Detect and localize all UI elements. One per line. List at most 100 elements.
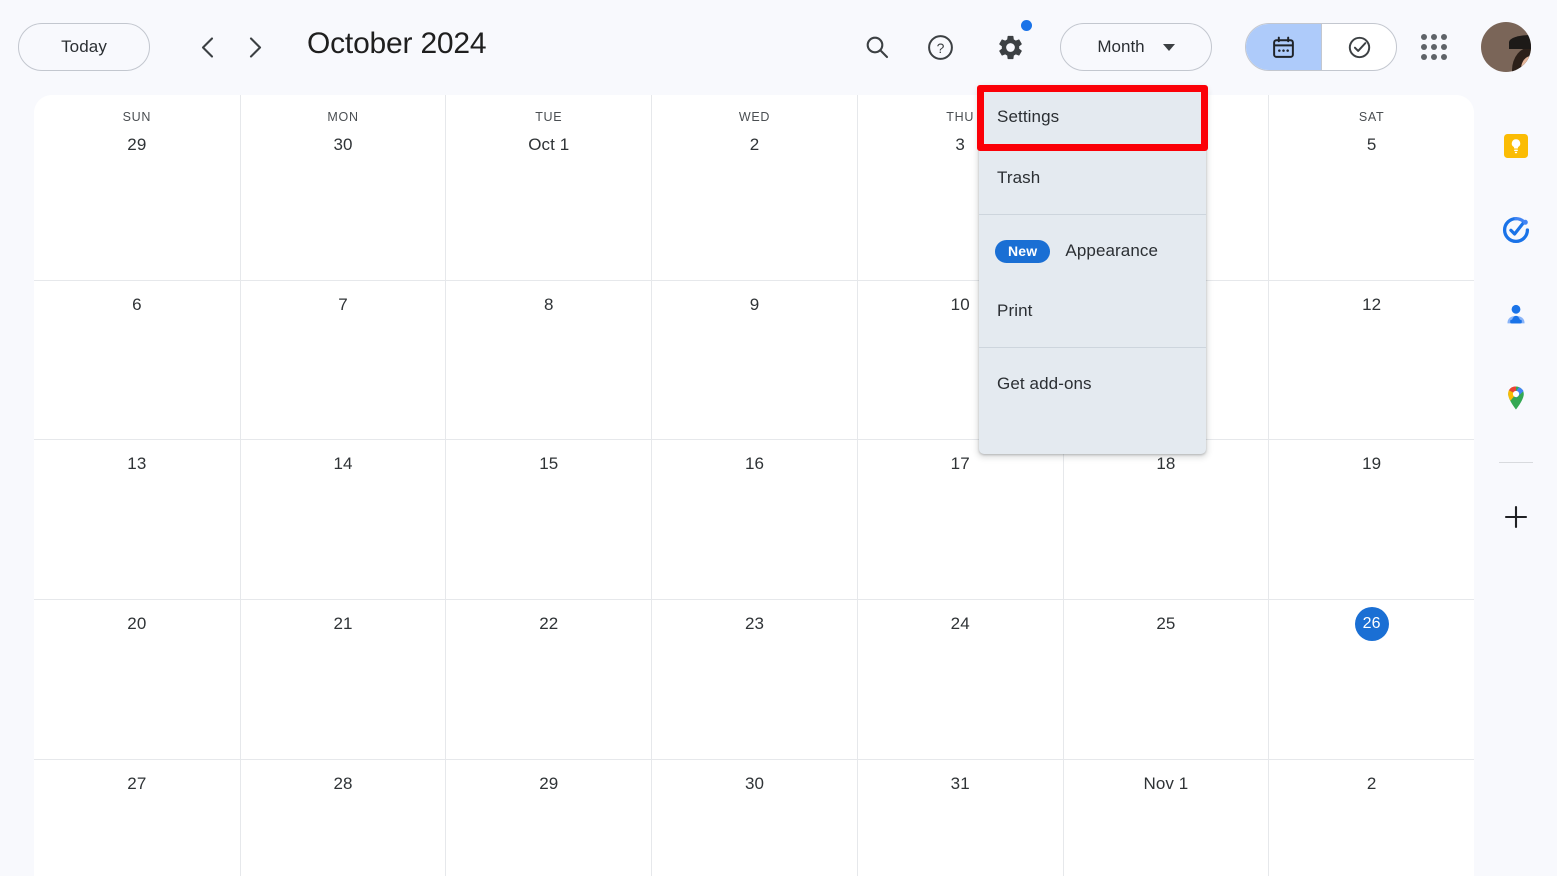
day-number: 20 — [127, 614, 147, 633]
day-cell[interactable]: 9 — [651, 280, 857, 439]
day-number: Oct 1 — [528, 135, 570, 154]
google-apps-button[interactable] — [1412, 25, 1456, 69]
day-cell[interactable]: 27 — [34, 759, 240, 876]
day-cell-today[interactable]: 26 — [1268, 599, 1474, 759]
day-number: 27 — [127, 774, 147, 793]
avatar[interactable] — [1481, 22, 1531, 72]
view-selector-button[interactable]: Month — [1060, 23, 1212, 71]
day-of-week-label: SAT — [1358, 110, 1385, 124]
day-cell[interactable]: 28 — [239, 759, 446, 876]
chevron-left-icon — [201, 36, 213, 58]
day-number: 29 — [127, 135, 147, 154]
apps-grid-dot — [1421, 54, 1427, 60]
day-cell[interactable]: MON 30 — [239, 95, 446, 280]
day-cell[interactable]: 25 — [1062, 599, 1269, 759]
day-cell[interactable]: 21 — [239, 599, 446, 759]
day-number: 30 — [333, 135, 353, 154]
menu-divider — [979, 214, 1206, 215]
day-cell[interactable]: 30 — [651, 759, 857, 876]
chevron-right-icon — [249, 36, 261, 58]
day-number: 28 — [333, 774, 353, 793]
settings-dropdown-menu: Settings Trash New Appearance Print Get … — [979, 86, 1206, 454]
apps-grid-dot — [1421, 34, 1427, 40]
menu-item-trash[interactable]: Trash — [979, 148, 1206, 208]
today-button[interactable]: Today — [18, 23, 150, 71]
google-keep-button[interactable] — [1490, 120, 1542, 172]
tasks-view-toggle[interactable] — [1321, 24, 1396, 70]
day-cell[interactable]: SUN 29 — [34, 95, 240, 280]
google-maps-button[interactable] — [1490, 372, 1542, 424]
settings-gear-button[interactable] — [988, 25, 1032, 69]
menu-item-appearance[interactable]: New Appearance — [979, 221, 1206, 281]
menu-item-appearance-label: Appearance — [1065, 241, 1159, 260]
search-icon — [866, 36, 889, 59]
day-cell[interactable]: 29 — [445, 759, 652, 876]
day-cell[interactable]: 22 — [445, 599, 652, 759]
day-cell[interactable]: WED 2 — [651, 95, 857, 280]
day-number: 15 — [539, 454, 559, 473]
day-cell[interactable]: 14 — [239, 439, 446, 599]
day-cell[interactable]: TUE Oct 1 — [445, 95, 652, 280]
day-cell[interactable]: Nov 1 — [1062, 759, 1269, 876]
day-cell[interactable]: 12 — [1268, 280, 1474, 439]
apps-grid-dot — [1431, 34, 1437, 40]
day-number: 2 — [1366, 774, 1377, 793]
google-keep-icon — [1503, 134, 1528, 158]
google-tasks-icon — [1502, 216, 1529, 244]
day-cell[interactable]: 16 — [651, 439, 857, 599]
day-number: 18 — [1156, 454, 1176, 473]
menu-item-settings[interactable]: Settings — [979, 86, 1206, 148]
day-cell[interactable]: 24 — [856, 599, 1063, 759]
day-cell[interactable]: 7 — [239, 280, 446, 439]
day-cell[interactable]: 8 — [445, 280, 652, 439]
help-button[interactable]: ? — [918, 25, 962, 69]
avatar-face-features — [1521, 56, 1531, 72]
day-cell[interactable]: 31 — [856, 759, 1063, 876]
day-number: 31 — [950, 774, 970, 793]
day-cell[interactable]: 2 — [1268, 759, 1474, 876]
day-cell[interactable]: 18 — [1062, 439, 1269, 599]
menu-item-print[interactable]: Print — [979, 281, 1206, 341]
day-cell[interactable]: 19 — [1268, 439, 1474, 599]
gear-icon — [998, 35, 1022, 59]
apps-grid-dot — [1431, 44, 1437, 50]
calendar-view-toggle[interactable] — [1246, 24, 1321, 70]
day-number: 16 — [744, 454, 765, 473]
check-circle-icon — [1348, 36, 1370, 58]
apps-grid-dot — [1421, 44, 1427, 50]
plus-icon — [1504, 505, 1527, 529]
previous-period-button[interactable] — [186, 26, 228, 68]
menu-divider — [979, 347, 1206, 348]
day-number: 21 — [333, 614, 353, 633]
day-number: 19 — [1362, 454, 1382, 473]
day-cell[interactable]: 20 — [34, 599, 240, 759]
day-cell[interactable]: 15 — [445, 439, 652, 599]
day-number: 25 — [1156, 614, 1176, 633]
day-cell[interactable]: 6 — [34, 280, 240, 439]
day-cell[interactable]: 17 — [856, 439, 1063, 599]
day-cell[interactable]: 13 — [34, 439, 240, 599]
google-tasks-button[interactable] — [1490, 204, 1542, 256]
google-calendar-app: Today October 2024 ? Month SUN 29 MON 30… — [0, 0, 1557, 876]
day-number: 5 — [1366, 135, 1377, 154]
day-number: 22 — [539, 614, 559, 633]
search-button[interactable] — [855, 25, 899, 69]
add-other-calendars-button[interactable] — [1490, 491, 1542, 543]
next-period-button[interactable] — [234, 26, 276, 68]
day-number: 29 — [539, 774, 559, 793]
day-number: 9 — [749, 295, 760, 314]
apps-grid-dot — [1441, 44, 1447, 50]
day-number: 12 — [1362, 295, 1382, 314]
day-of-week-label: WED — [738, 110, 771, 124]
google-contacts-button[interactable] — [1490, 288, 1542, 340]
page-title: October 2024 — [307, 27, 487, 60]
settings-notification-dot — [1021, 20, 1032, 31]
calendar-icon — [1273, 36, 1294, 58]
day-number: 14 — [333, 454, 353, 473]
day-of-week-label: TUE — [535, 110, 563, 124]
apps-grid-dot — [1431, 54, 1437, 60]
day-cell[interactable]: 23 — [651, 599, 857, 759]
day-cell[interactable]: SAT 5 — [1268, 95, 1474, 280]
day-number: 17 — [950, 454, 970, 473]
menu-item-get-add-ons[interactable]: Get add-ons — [979, 354, 1206, 414]
